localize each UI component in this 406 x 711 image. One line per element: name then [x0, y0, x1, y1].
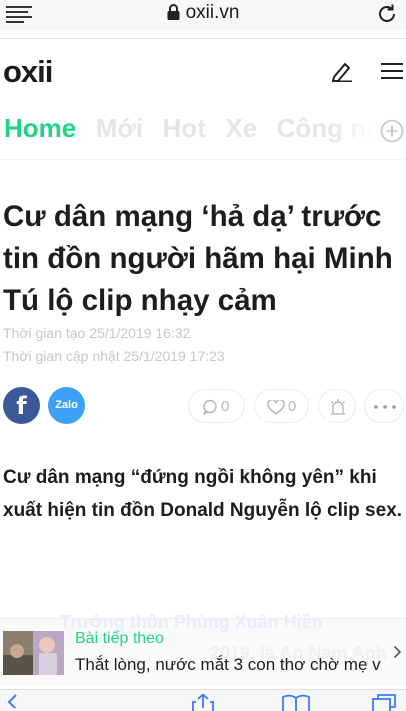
url-text: oxii.vn: [185, 2, 240, 23]
more-dots-icon: [374, 405, 396, 409]
facebook-share-button[interactable]: f: [3, 387, 40, 424]
lock-icon: [167, 4, 180, 20]
like-button[interactable]: 0: [254, 389, 309, 423]
address-field[interactable]: oxii.vn: [0, 2, 406, 24]
report-button[interactable]: [318, 389, 356, 423]
next-article-thumbnail[interactable]: [3, 631, 64, 675]
tabs-fade: [330, 113, 374, 147]
site-logo[interactable]: oxii: [3, 54, 53, 90]
share-icon[interactable]: [192, 694, 214, 711]
next-article-label: Bài tiếp theo: [75, 630, 164, 647]
zalo-share-button[interactable]: Zalo: [48, 387, 85, 424]
comment-count: 0: [221, 398, 230, 415]
bookmarks-icon[interactable]: [282, 694, 310, 711]
reload-icon[interactable]: [376, 3, 398, 25]
next-article-title[interactable]: Thắt lòng, nước mắt 3 con thơ chờ mẹ về: [75, 655, 381, 675]
category-tabs: Home Mới Hot Xe Công nghệ: [4, 113, 372, 147]
heart-icon: [267, 400, 285, 415]
logo-text: oxii: [3, 54, 53, 89]
zalo-icon: Zalo: [55, 399, 78, 411]
hamburger-icon[interactable]: [381, 62, 403, 80]
tab-new[interactable]: Mới: [96, 113, 143, 144]
chevron-right-icon[interactable]: [393, 645, 402, 659]
browser-toolbar: [0, 689, 406, 711]
created-time: Thời gian tạo 25/1/2019 16:32: [3, 325, 191, 341]
more-button[interactable]: [364, 389, 404, 423]
tab-home[interactable]: Home: [4, 113, 76, 144]
divider: [0, 38, 406, 39]
tab-hot[interactable]: Hot: [163, 113, 206, 144]
tabs-icon[interactable]: [372, 694, 396, 711]
comment-icon: [202, 399, 217, 415]
browser-url-bar: oxii.vn: [0, 0, 406, 30]
facebook-icon: f: [16, 392, 27, 420]
article-lead: Cư dân mạng “đứng ngồi không yên” khi xu…: [3, 467, 403, 521]
add-category-icon[interactable]: [380, 119, 404, 143]
back-icon[interactable]: [6, 694, 20, 708]
like-count: 0: [288, 398, 297, 415]
tab-cars[interactable]: Xe: [225, 113, 257, 144]
comment-button[interactable]: 0: [188, 389, 245, 423]
updated-time: Thời gian cập nhật 25/1/2019 17:23: [3, 348, 225, 364]
divider: [0, 159, 406, 160]
pencil-icon[interactable]: [330, 60, 354, 82]
article-title: Cư dân mạng ‘hả dạ’ trước tin đồn người …: [3, 200, 393, 317]
siren-icon: [331, 399, 345, 415]
